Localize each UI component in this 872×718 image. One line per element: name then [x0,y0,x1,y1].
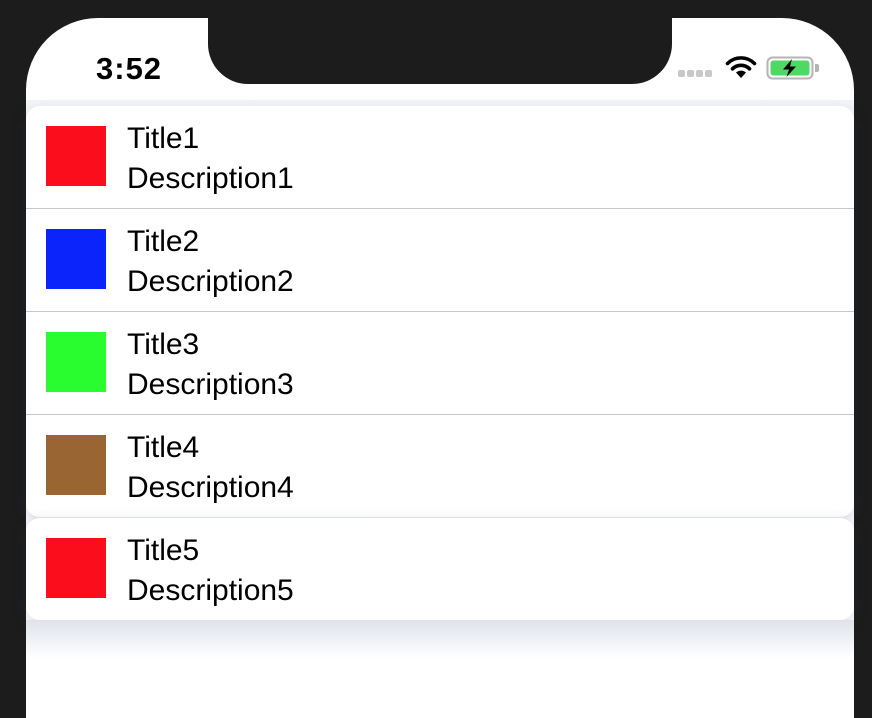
list-group-card: Title1 Description1 Title2 Description2 … [26,106,854,517]
item-title: Title5 [127,534,200,567]
device-frame: 3:52 Title1 Description1 Title2 Descript… [0,0,872,718]
battery-charging-icon [766,56,819,80]
cellular-dots-icon [678,70,718,78]
item-description: Description2 [127,265,294,298]
item-title: Title2 [127,225,200,258]
item-description: Description4 [127,471,294,504]
color-swatch [46,435,106,495]
bottom-shadow [26,620,854,684]
color-swatch [46,229,106,289]
item-title: Title3 [127,328,200,361]
color-swatch [46,538,106,598]
notch [208,18,672,84]
list-item[interactable]: Title3 Description3 [26,311,854,414]
list-single-card: Title5 Description5 [26,518,854,620]
item-description: Description3 [127,368,294,401]
list-item[interactable]: Title5 Description5 [26,518,854,620]
item-title: Title4 [127,431,200,464]
color-swatch [46,332,106,392]
wifi-icon [725,56,757,78]
list-item[interactable]: Title2 Description2 [26,208,854,311]
item-title: Title1 [127,122,200,155]
color-swatch [46,126,106,186]
list-item[interactable]: Title1 Description1 [26,106,854,208]
list-item[interactable]: Title4 Description4 [26,414,854,517]
item-description: Description5 [127,574,294,607]
status-time: 3:52 [96,51,163,86]
item-description: Description1 [127,162,294,195]
